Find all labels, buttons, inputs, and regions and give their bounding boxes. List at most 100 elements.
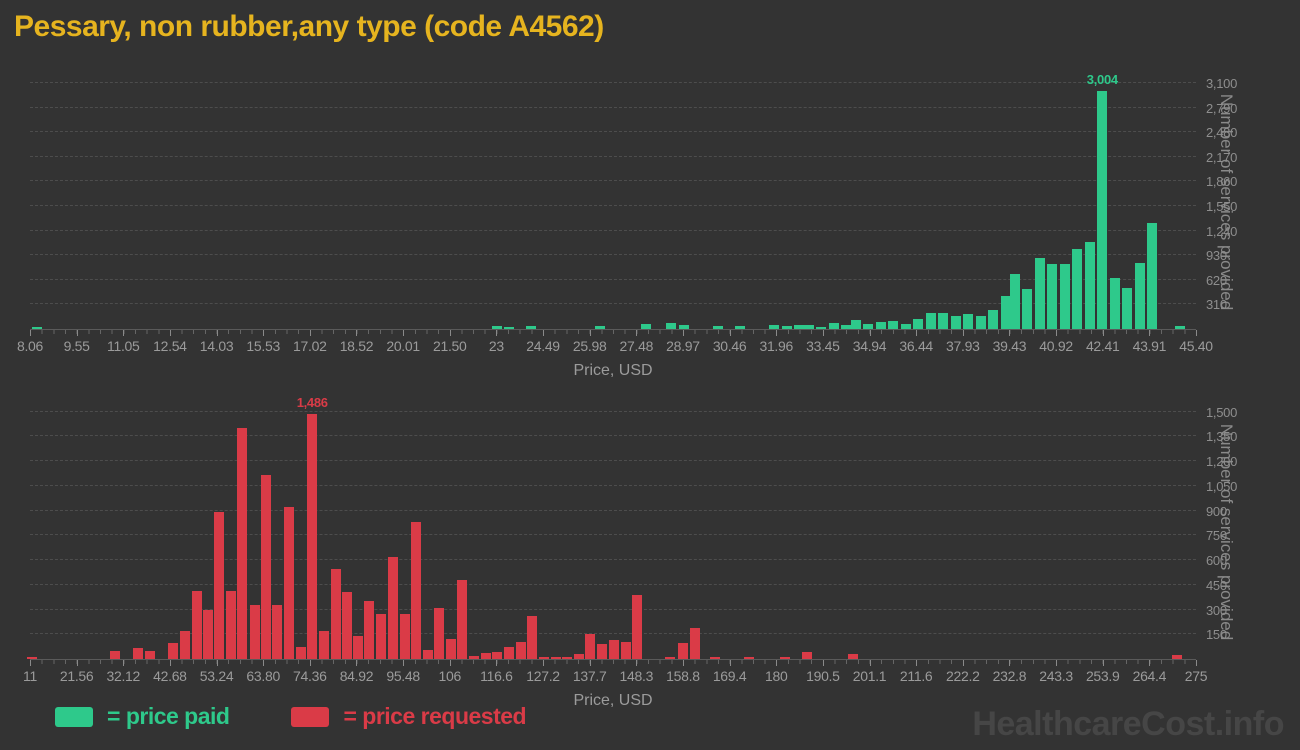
requested-bar[interactable] [527, 616, 537, 659]
requested-bar[interactable] [192, 591, 202, 659]
x-tick-label: 42.41 [1086, 338, 1120, 354]
requested-bar[interactable] [457, 580, 467, 659]
requested-bar[interactable] [214, 512, 224, 659]
y-tick-label: 2,790 [1206, 101, 1237, 116]
paid-bar[interactable] [1135, 263, 1145, 329]
paid-bar[interactable] [913, 319, 923, 329]
requested-bar[interactable] [272, 605, 282, 659]
paid-bar[interactable] [1097, 91, 1107, 329]
requested-bar[interactable] [802, 652, 812, 659]
requested-bar[interactable] [388, 557, 398, 659]
requested-bar[interactable] [168, 643, 178, 659]
paid-bar[interactable] [876, 322, 886, 329]
x-axis-tick [776, 660, 777, 666]
paid-bar[interactable] [1060, 264, 1070, 329]
x-axis-tick [1009, 330, 1010, 336]
paid-bar[interactable] [951, 316, 961, 329]
x-axis-tick [217, 660, 218, 666]
requested-bar[interactable] [261, 475, 271, 659]
x-axis-tick [916, 660, 917, 666]
paid-bar[interactable] [988, 310, 998, 329]
x-axis-tick [496, 660, 497, 666]
requested-bar[interactable] [516, 642, 526, 659]
paid-bar[interactable] [976, 316, 986, 329]
requested-bar[interactable] [203, 610, 213, 659]
requested-bar[interactable] [364, 601, 374, 659]
requested-bar[interactable] [446, 639, 456, 659]
requested-bar[interactable] [319, 631, 329, 659]
requested-bar[interactable] [690, 628, 700, 659]
requested-bar[interactable] [411, 522, 421, 659]
requested-bar[interactable] [133, 648, 143, 659]
paid-bar[interactable] [1147, 223, 1157, 329]
paid-bar[interactable] [1035, 258, 1045, 329]
paid-bar[interactable] [1110, 278, 1120, 329]
paid-bar[interactable] [938, 313, 948, 329]
price-requested-label: = price requested [343, 703, 526, 730]
gridline [30, 82, 1196, 83]
requested-bar[interactable] [632, 595, 642, 659]
paid-bar[interactable] [926, 313, 936, 329]
requested-bar[interactable] [145, 651, 155, 659]
x-tick-label: 21.56 [60, 668, 94, 684]
requested-bar[interactable] [250, 605, 260, 659]
requested-bar[interactable] [504, 647, 514, 659]
requested-bar[interactable] [237, 428, 247, 659]
requested-bar[interactable] [284, 507, 294, 659]
y-tick-label: 1,200 [1206, 454, 1237, 469]
y-tick-label: 620 [1206, 273, 1227, 288]
x-tick-label: 15.53 [246, 338, 280, 354]
requested-bar[interactable] [296, 647, 306, 659]
x-axis-tick [1103, 660, 1104, 666]
x-axis-tick [590, 660, 591, 666]
requested-bar[interactable] [678, 643, 688, 659]
x-axis-tick [730, 660, 731, 666]
requested-bar[interactable] [180, 631, 190, 659]
x-axis-tick [1196, 330, 1197, 336]
requested-bar[interactable] [400, 614, 410, 659]
paid-bar[interactable] [1010, 274, 1020, 329]
x-tick-label: 232.8 [993, 668, 1027, 684]
requested-bar[interactable] [331, 569, 341, 659]
requested-bar[interactable] [353, 636, 363, 659]
requested-bar[interactable] [585, 634, 595, 659]
paid-histogram: 3,004 Price, USD Number of services prov… [30, 75, 1300, 405]
requested-bar[interactable] [621, 642, 631, 659]
x-tick-label: 53.24 [200, 668, 234, 684]
paid-bar[interactable] [851, 320, 861, 329]
requested-histogram: 1,486 Price, USD Number of services prov… [30, 405, 1300, 735]
requested-bar[interactable] [110, 651, 120, 659]
paid-bar[interactable] [963, 314, 973, 329]
x-axis-tick [1056, 330, 1057, 336]
x-axis-tick [1056, 660, 1057, 666]
x-axis-tick [263, 660, 264, 666]
paid-bar[interactable] [888, 321, 898, 329]
gridline [30, 254, 1196, 255]
requested-bar[interactable] [423, 650, 433, 659]
x-tick-label: 222.2 [946, 668, 980, 684]
paid-bar[interactable] [1047, 264, 1057, 329]
paid-bar[interactable] [1022, 289, 1032, 329]
requested-bar[interactable] [609, 640, 619, 659]
x-axis-tick [496, 330, 497, 336]
legend-item-price-paid: = price paid [55, 703, 229, 730]
x-tick-label: 63.80 [246, 668, 280, 684]
x-tick-label: 31.96 [759, 338, 793, 354]
requested-bar[interactable] [492, 652, 502, 659]
requested-bar[interactable] [376, 614, 386, 659]
paid-bar[interactable] [1085, 242, 1095, 329]
x-tick-label: 37.93 [946, 338, 980, 354]
x-tick-label: 275 [1185, 668, 1207, 684]
x-axis-tick [963, 330, 964, 336]
x-axis-tick [823, 330, 824, 336]
requested-bar[interactable] [597, 644, 607, 659]
gridline [30, 180, 1196, 181]
paid-bar[interactable] [1072, 249, 1082, 329]
requested-bar[interactable] [434, 608, 444, 659]
x-axis-tick [123, 330, 124, 336]
requested-bar[interactable] [342, 592, 352, 659]
requested-bar[interactable] [226, 591, 236, 659]
gridline [30, 559, 1196, 560]
requested-bar[interactable] [307, 414, 317, 659]
paid-bar[interactable] [1122, 288, 1132, 329]
